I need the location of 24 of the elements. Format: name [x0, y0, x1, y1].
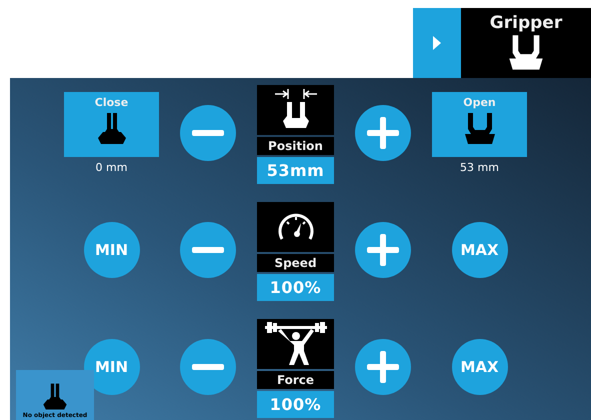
- speed-label: Speed: [257, 254, 334, 272]
- min-button[interactable]: MIN: [84, 339, 140, 395]
- minus-icon: [192, 247, 224, 253]
- min-button[interactable]: MIN: [84, 222, 140, 278]
- force-value: 100%: [257, 391, 334, 418]
- width-reading: 53 mm: [460, 161, 499, 174]
- plus-icon: [367, 117, 399, 149]
- position-value: 53mm: [257, 157, 334, 184]
- tab-title: Gripper: [490, 13, 562, 33]
- caret-icon: [432, 35, 442, 51]
- minus-icon: [192, 130, 224, 136]
- minus-icon: [192, 364, 224, 370]
- close-button[interactable]: Close: [64, 92, 159, 157]
- plus-icon: [367, 234, 399, 266]
- open-button[interactable]: Open: [432, 92, 527, 157]
- max-button[interactable]: MAX: [452, 222, 508, 278]
- plus-icon: [367, 351, 399, 383]
- max-button[interactable]: MAX: [452, 339, 508, 395]
- position-label: Position: [257, 137, 334, 155]
- force-label: Force: [257, 371, 334, 389]
- width-reading: 0 mm: [96, 161, 128, 174]
- gripper-tab[interactable]: Gripper: [461, 8, 591, 78]
- speed-value: 100%: [257, 274, 334, 301]
- weightlifter-icon: [262, 322, 328, 366]
